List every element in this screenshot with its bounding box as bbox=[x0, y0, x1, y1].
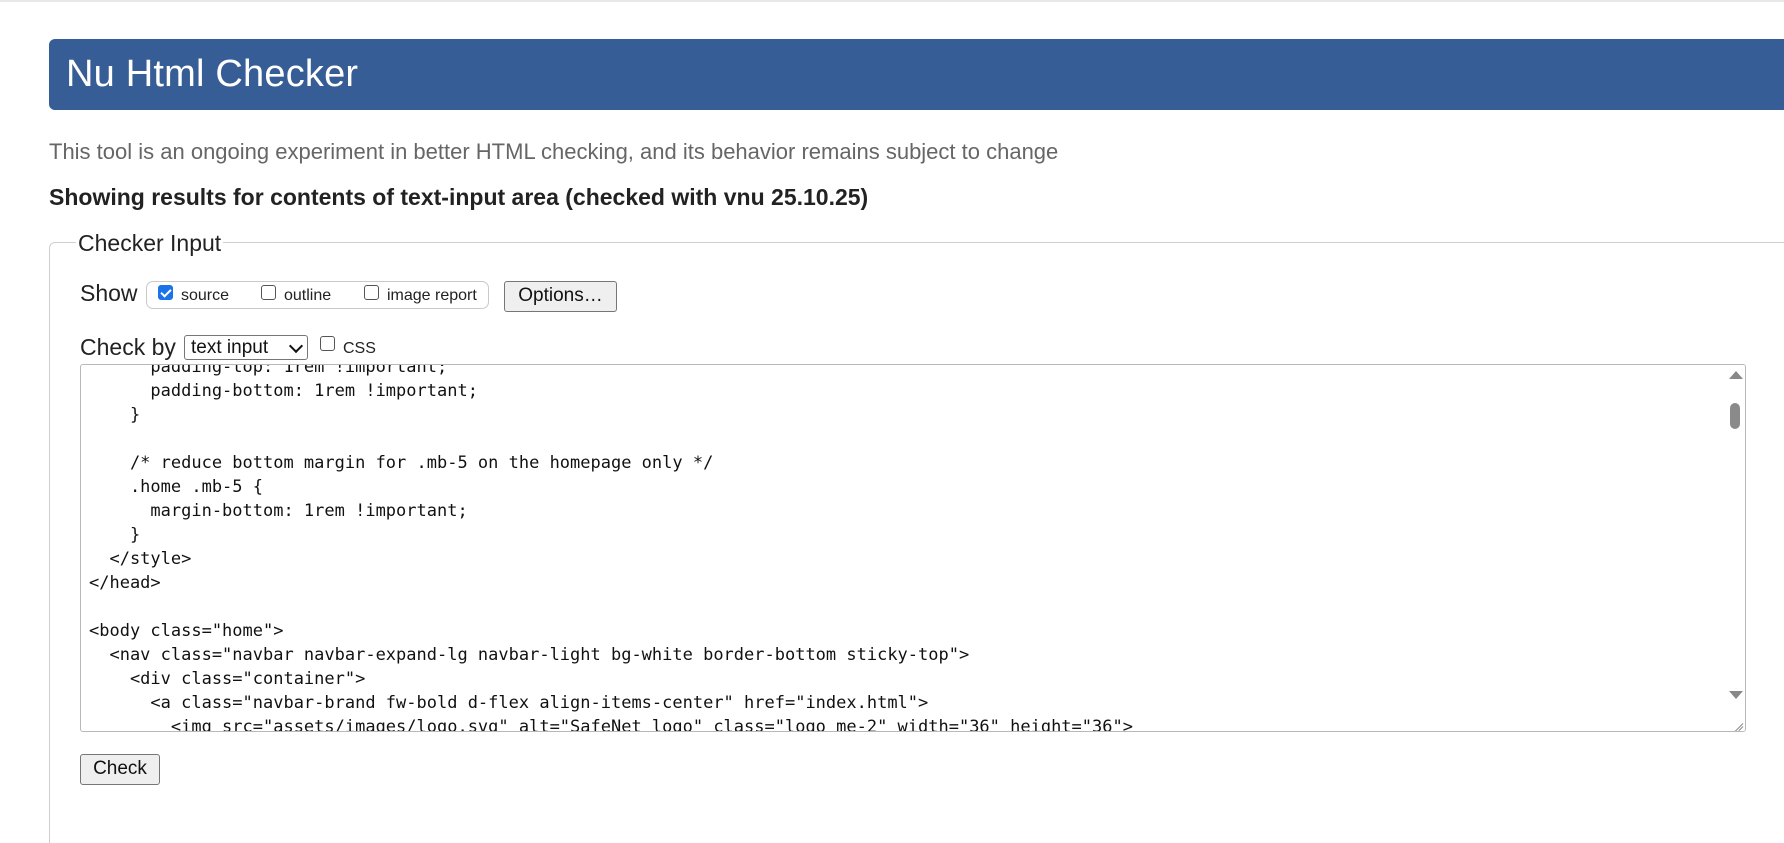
code-line: } bbox=[89, 405, 141, 425]
code-line: <img src="assets/images/logo.svg" alt="S… bbox=[89, 717, 1133, 732]
image-report-checkbox-label[interactable]: image report bbox=[387, 287, 477, 305]
code-line: </style> bbox=[89, 549, 192, 569]
code-line: .home .mb-5 { bbox=[89, 477, 263, 497]
resize-handle-icon[interactable] bbox=[1731, 717, 1743, 729]
css-checkbox[interactable] bbox=[320, 336, 335, 351]
outline-checkbox[interactable] bbox=[261, 285, 276, 300]
checker-input-legend: Checker Input bbox=[76, 229, 224, 257]
code-line: } bbox=[89, 525, 141, 545]
show-options-group: source outline image report bbox=[146, 281, 489, 309]
source-checkbox[interactable] bbox=[158, 285, 173, 300]
scroll-down-icon[interactable] bbox=[1729, 691, 1743, 699]
top-border bbox=[0, 0, 1784, 2]
show-label: Show bbox=[80, 280, 138, 306]
source-code: padding-top: 1rem !important; padding-bo… bbox=[89, 364, 1133, 732]
image-report-checkbox[interactable] bbox=[364, 285, 379, 300]
tool-description: This tool is an ongoing experiment in be… bbox=[49, 139, 1059, 164]
chevron-down-icon bbox=[288, 338, 304, 354]
check-by-select[interactable]: text input bbox=[184, 335, 308, 360]
page-title: Nu Html Checker bbox=[66, 53, 359, 95]
source-textarea[interactable]: padding-top: 1rem !important; padding-bo… bbox=[80, 364, 1746, 732]
scroll-thumb[interactable] bbox=[1730, 403, 1740, 429]
scroll-up-icon[interactable] bbox=[1729, 371, 1743, 379]
code-line: </head> bbox=[89, 573, 161, 593]
code-line: margin-bottom: 1rem !important; bbox=[89, 501, 468, 521]
code-line: /* reduce bottom margin for .mb-5 on the… bbox=[89, 453, 714, 473]
textarea-scrollbar[interactable] bbox=[1725, 365, 1745, 731]
results-heading: Showing results for contents of text-inp… bbox=[49, 184, 869, 210]
code-line: <a class="navbar-brand fw-bold d-flex al… bbox=[89, 693, 929, 713]
code-line: <body class="home"> bbox=[89, 621, 284, 641]
outline-checkbox-label[interactable]: outline bbox=[284, 287, 331, 305]
code-line: padding-bottom: 1rem !important; bbox=[89, 381, 478, 401]
code-line: padding-top: 1rem !important; bbox=[89, 364, 448, 377]
check-by-label: Check by bbox=[80, 334, 176, 360]
source-checkbox-label[interactable]: source bbox=[181, 287, 229, 305]
css-checkbox-label[interactable]: CSS bbox=[343, 340, 376, 358]
options-button[interactable]: Options… bbox=[504, 281, 617, 312]
code-line: <nav class="navbar navbar-expand-lg navb… bbox=[89, 645, 970, 665]
code-line: <div class="container"> bbox=[89, 669, 366, 689]
check-button[interactable]: Check bbox=[80, 754, 160, 785]
check-by-selected-value: text input bbox=[191, 337, 269, 358]
page-header: Nu Html Checker bbox=[49, 39, 1784, 110]
